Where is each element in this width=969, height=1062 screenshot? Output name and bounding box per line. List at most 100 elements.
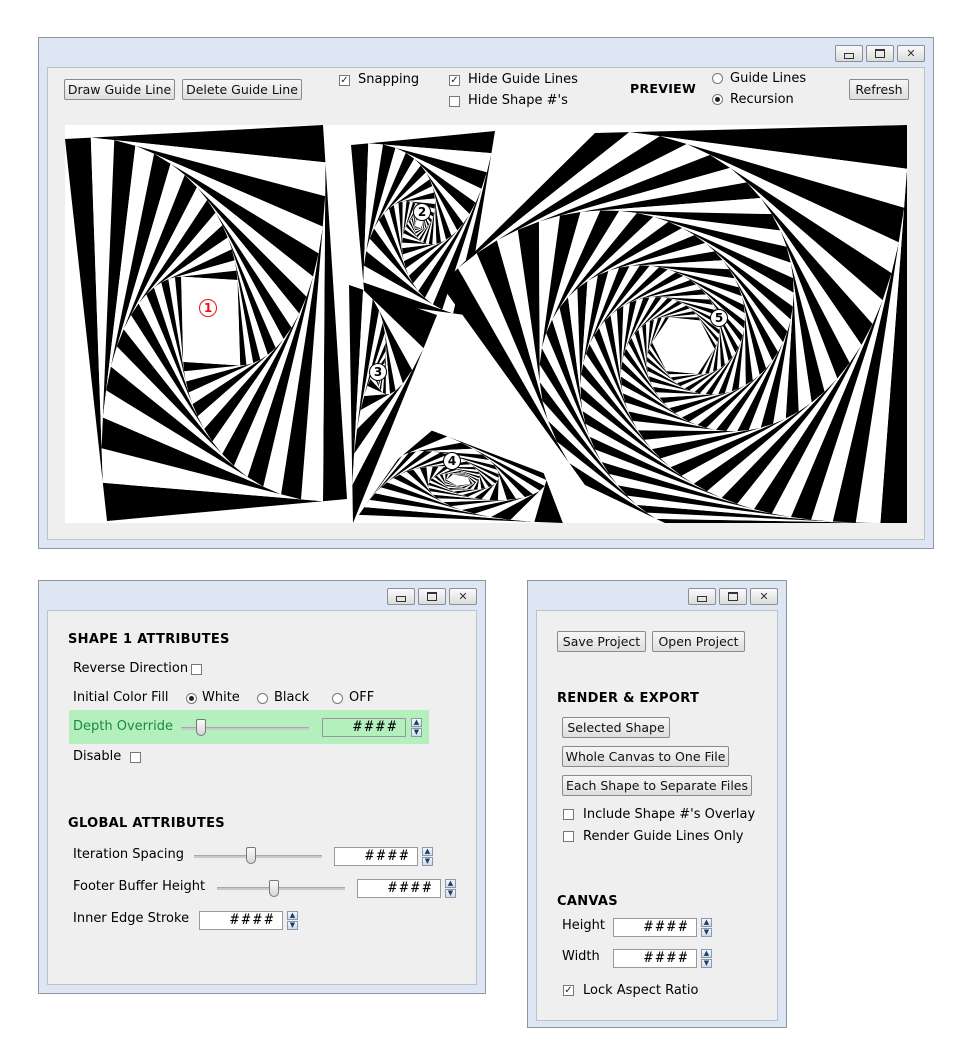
hide-guide-lines-checkbox[interactable]: ✓ xyxy=(449,75,460,86)
canvas-height-spinner[interactable]: ▲ ▼ xyxy=(701,918,712,937)
footer-buffer-height-track xyxy=(217,887,345,890)
inner-edge-stroke-spinner[interactable]: ▲ ▼ xyxy=(287,911,298,930)
spin-down-icon[interactable]: ▼ xyxy=(701,928,712,937)
canvas-width-input[interactable]: #### xyxy=(613,949,697,968)
footer-buffer-height-input[interactable]: #### xyxy=(357,879,441,898)
spin-down-icon[interactable]: ▼ xyxy=(411,728,422,737)
maximize-button[interactable] xyxy=(418,588,446,605)
iteration-spacing-slider[interactable] xyxy=(246,847,256,864)
reverse-direction-checkbox[interactable] xyxy=(191,664,202,675)
spin-down-icon[interactable]: ▼ xyxy=(422,857,433,866)
close-icon: ✕ xyxy=(759,590,769,603)
depth-override-slider[interactable] xyxy=(196,719,206,736)
shape-marker-5[interactable]: 5 xyxy=(710,309,728,327)
iteration-spacing-input[interactable]: #### xyxy=(334,847,418,866)
fill-off-radio[interactable] xyxy=(332,693,343,704)
disable-checkbox[interactable] xyxy=(130,752,141,763)
depth-override-spinner[interactable]: ▲ ▼ xyxy=(411,718,422,737)
snapping-checkbox[interactable]: ✓ xyxy=(339,75,350,86)
shape-attributes-window: ✕ SHAPE 1 ATTRIBUTES Reverse Direction I… xyxy=(38,580,486,994)
iteration-spacing-label: Iteration Spacing xyxy=(73,847,184,862)
checkmark-icon: ✓ xyxy=(564,985,573,996)
window-controls: ✕ xyxy=(387,588,477,605)
spin-up-icon[interactable]: ▲ xyxy=(411,718,422,727)
draw-guide-line-button[interactable]: Draw Guide Line xyxy=(64,79,175,100)
minimize-button[interactable] xyxy=(387,588,415,605)
checkmark-icon: ✓ xyxy=(340,75,349,86)
window-controls: ✕ xyxy=(835,45,925,62)
each-shape-button[interactable]: Each Shape to Separate Files xyxy=(562,775,752,796)
shape-marker-3[interactable]: 3 xyxy=(369,363,387,381)
inner-edge-stroke-label: Inner Edge Stroke xyxy=(73,911,190,926)
iteration-spacing-spinner[interactable]: ▲ ▼ xyxy=(422,847,433,866)
minimize-icon xyxy=(697,595,707,602)
maximize-icon xyxy=(427,592,437,601)
whole-canvas-button[interactable]: Whole Canvas to One File xyxy=(562,746,729,767)
footer-buffer-height-label: Footer Buffer Height xyxy=(73,879,206,894)
project-window: ✕ Save Project Open Project RENDER & EXP… xyxy=(527,580,787,1028)
maximize-button[interactable] xyxy=(866,45,894,62)
hide-guide-lines-label: Hide Guide Lines xyxy=(468,72,578,87)
fill-black-radio[interactable] xyxy=(257,693,268,704)
selected-shape-button[interactable]: Selected Shape xyxy=(562,717,670,738)
canvas-width-spinner[interactable]: ▲ ▼ xyxy=(701,949,712,968)
iteration-spacing-track xyxy=(194,855,322,858)
delete-guide-line-button[interactable]: Delete Guide Line xyxy=(182,79,302,100)
render-export-title: RENDER & EXPORT xyxy=(557,691,700,706)
maximize-icon xyxy=(875,49,885,58)
maximize-button[interactable] xyxy=(719,588,747,605)
depth-override-input[interactable]: #### xyxy=(322,718,406,737)
preview-label: PREVIEW xyxy=(630,81,697,96)
drawing-canvas[interactable]: 1 2 3 4 5 xyxy=(65,125,907,523)
fill-off-label: OFF xyxy=(349,690,375,705)
hide-shape-numbers-checkbox[interactable] xyxy=(449,96,460,107)
fill-white-radio[interactable] xyxy=(186,693,197,704)
spin-up-icon[interactable]: ▲ xyxy=(287,911,298,920)
spin-up-icon[interactable]: ▲ xyxy=(701,918,712,927)
preview-guide-lines-label: Guide Lines xyxy=(730,71,807,86)
preview-guide-lines-radio[interactable] xyxy=(712,73,723,84)
close-icon: ✕ xyxy=(458,590,468,603)
minimize-button[interactable] xyxy=(688,588,716,605)
footer-buffer-height-slider[interactable] xyxy=(269,880,279,897)
close-button[interactable]: ✕ xyxy=(897,45,925,62)
window-controls: ✕ xyxy=(688,588,778,605)
open-project-button[interactable]: Open Project xyxy=(652,631,745,652)
spin-down-icon[interactable]: ▼ xyxy=(445,889,456,898)
minimize-button[interactable] xyxy=(835,45,863,62)
close-button[interactable]: ✕ xyxy=(449,588,477,605)
shape-marker-4[interactable]: 4 xyxy=(443,452,461,470)
main-window-body: Draw Guide Line Delete Guide Line ✓ Snap… xyxy=(47,67,925,540)
spin-up-icon[interactable]: ▲ xyxy=(422,847,433,856)
maximize-icon xyxy=(728,592,738,601)
shape-attributes-body: SHAPE 1 ATTRIBUTES Reverse Direction Ini… xyxy=(47,610,477,985)
lock-aspect-label: Lock Aspect Ratio xyxy=(583,983,699,998)
canvas-width-label: Width xyxy=(562,949,600,964)
global-attributes-title: GLOBAL ATTRIBUTES xyxy=(68,816,225,831)
spin-down-icon[interactable]: ▼ xyxy=(701,959,712,968)
canvas-height-input[interactable]: #### xyxy=(613,918,697,937)
snapping-label: Snapping xyxy=(358,72,420,87)
preview-recursion-radio[interactable] xyxy=(712,94,723,105)
spin-up-icon[interactable]: ▲ xyxy=(701,949,712,958)
save-project-button[interactable]: Save Project xyxy=(557,631,646,652)
depth-override-label: Depth Override xyxy=(73,719,173,734)
include-overlay-checkbox[interactable] xyxy=(563,809,574,820)
refresh-button[interactable]: Refresh xyxy=(849,79,909,100)
fill-white-label: White xyxy=(202,690,240,705)
spin-up-icon[interactable]: ▲ xyxy=(445,879,456,888)
hide-shape-numbers-label: Hide Shape #'s xyxy=(468,93,568,108)
preview-recursion-label: Recursion xyxy=(730,92,794,107)
shape-marker-1[interactable]: 1 xyxy=(199,299,217,317)
footer-buffer-height-spinner[interactable]: ▲ ▼ xyxy=(445,879,456,898)
reverse-direction-label: Reverse Direction xyxy=(73,661,189,676)
fill-black-label: Black xyxy=(274,690,310,705)
spin-down-icon[interactable]: ▼ xyxy=(287,921,298,930)
canvas-title: CANVAS xyxy=(557,894,618,909)
inner-edge-stroke-input[interactable]: #### xyxy=(199,911,283,930)
close-button[interactable]: ✕ xyxy=(750,588,778,605)
lock-aspect-checkbox[interactable]: ✓ xyxy=(563,985,574,996)
include-overlay-label: Include Shape #'s Overlay xyxy=(583,807,756,822)
shape-marker-2[interactable]: 2 xyxy=(413,203,431,221)
render-guides-only-checkbox[interactable] xyxy=(563,831,574,842)
